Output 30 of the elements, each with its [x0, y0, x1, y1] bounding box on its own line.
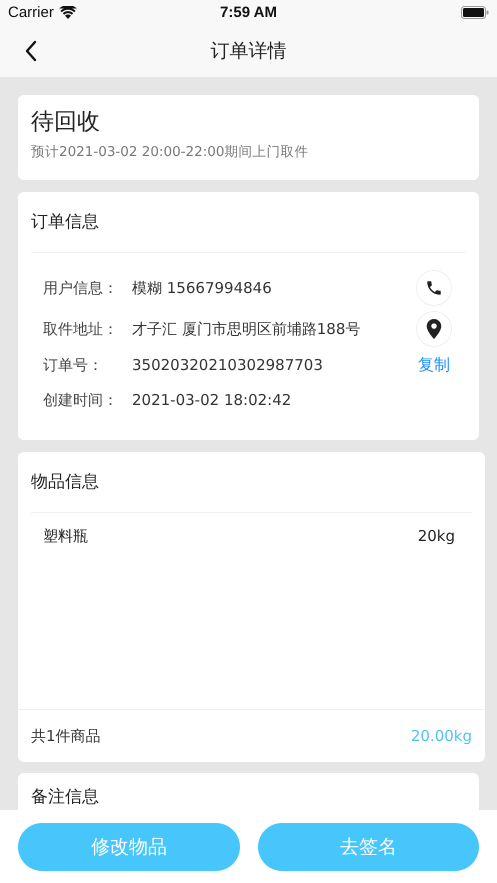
- section-title: 物品信息: [30, 471, 100, 494]
- location-button[interactable]: [416, 311, 452, 347]
- order-status: 待回收: [31, 108, 101, 137]
- chevron-left-icon[interactable]: [24, 40, 38, 62]
- action-button[interactable]: 去签名: [258, 823, 479, 871]
- item-name: 塑料瓶: [43, 527, 88, 546]
- field-label: 创建时间：: [43, 390, 119, 410]
- field-value: 模糊 15667994846: [132, 278, 273, 298]
- phone-button[interactable]: [416, 270, 452, 306]
- status-time: 7:59 AM: [219, 4, 278, 21]
- field-label: 取件地址：: [43, 320, 119, 338]
- phone-icon[interactable]: [425, 279, 443, 297]
- field-label: 用户信息：: [43, 278, 119, 298]
- page-title: 订单详情: [210, 39, 288, 64]
- section-title: 订单信息: [30, 211, 100, 234]
- field-value: 35020320210302987703: [132, 356, 324, 374]
- item-count: 共1件商品: [31, 726, 101, 746]
- item-weight: 20kg: [418, 527, 455, 546]
- battery-icon: [461, 6, 489, 19]
- field-value: 才子汇 厦门市思明区前埔路188号: [132, 320, 362, 338]
- carrier-name: Carrier: [8, 4, 54, 21]
- copy-link[interactable]: 复制: [418, 354, 450, 376]
- action-button[interactable]: 修改物品: [18, 823, 240, 871]
- wifi-icon: [58, 6, 77, 19]
- pickup-note: 预计2021-03-02 20:00-22:00期间上门取件: [31, 143, 310, 161]
- total-weight: 20.00kg: [410, 727, 472, 745]
- section-title: 备注信息: [30, 786, 100, 809]
- field-label: 订单号：: [43, 356, 104, 374]
- field-value: 2021-03-02 18:02:42: [132, 391, 292, 409]
- map-pin-icon[interactable]: [426, 319, 442, 339]
